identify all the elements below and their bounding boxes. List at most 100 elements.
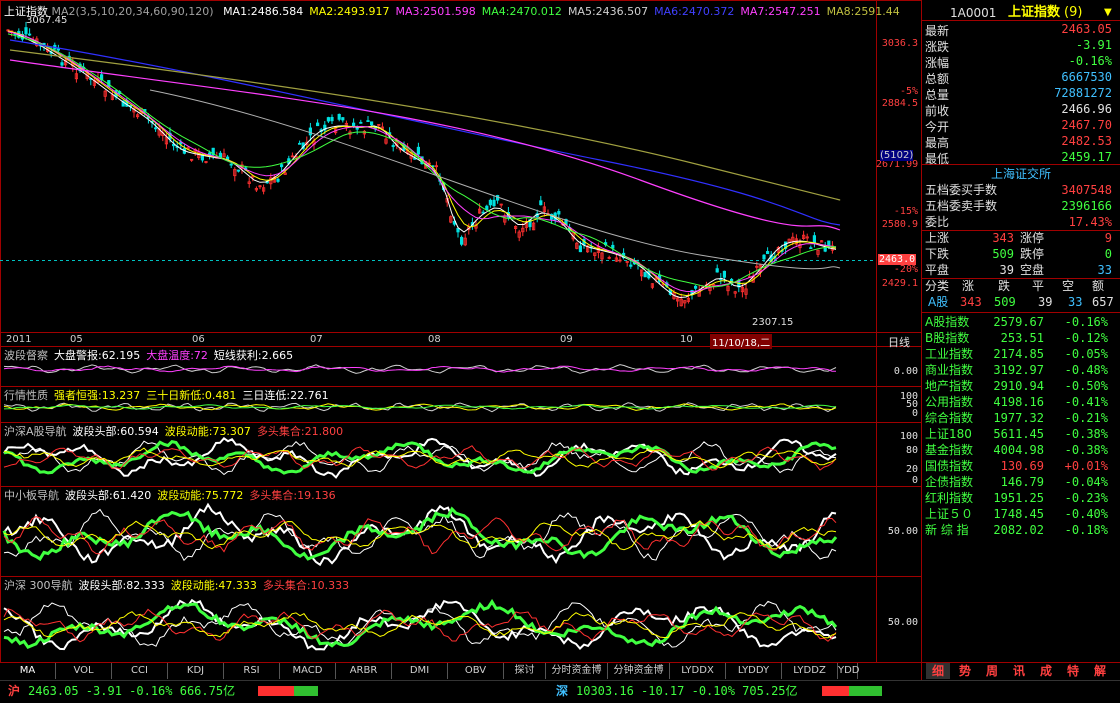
index-name: 上证５０ — [925, 507, 974, 521]
chevron-down-icon[interactable]: ▼ — [1104, 4, 1112, 22]
indicator-tab[interactable]: ARBR — [336, 663, 392, 679]
indicator-panel-header: 沪深A股导航 波段头部:60.594 波段动能:73.307 多头集合:21.800 — [4, 423, 349, 439]
info-tab[interactable]: 特 — [1061, 663, 1085, 679]
quote-value: -0.16% — [1068, 54, 1112, 68]
breadth-value: 9 — [1104, 231, 1112, 245]
index-row[interactable]: 公用指数 4198.16 -0.41% — [922, 394, 1120, 410]
index-row[interactable]: 红利指数 1951.25 -0.23% — [922, 490, 1120, 506]
candle-body — [326, 117, 331, 122]
index-change: -0.40% — [1064, 507, 1108, 521]
exchange-row: 五档委买手数 3407548 — [922, 182, 1120, 198]
index-row[interactable]: 上证５０ 1748.45 -0.40% — [922, 506, 1120, 522]
indicator-tab[interactable]: VOL — [56, 663, 112, 679]
date-axis-label: 07 — [310, 334, 323, 345]
index-row[interactable]: 国债指数 130.69 +0.01% — [922, 458, 1120, 474]
index-value: 5611.45 — [993, 427, 1044, 441]
info-tab[interactable]: 细 — [926, 663, 950, 679]
quote-label: 最低 — [925, 152, 950, 166]
index-row[interactable]: 综合指数 1977.32 -0.21% — [922, 410, 1120, 426]
scale-tag: (5102) — [880, 150, 914, 161]
price-axis-label: -15% — [893, 206, 918, 217]
index-row[interactable]: 基金指数 4004.98 -0.38% — [922, 442, 1120, 458]
index-value: 1977.32 — [993, 411, 1044, 425]
indicator-value: 三十日新低:0.481 — [146, 389, 237, 402]
index-change: -0.21% — [1064, 411, 1108, 425]
indicator-tab[interactable]: LYDDX — [670, 663, 726, 679]
sz-summary[interactable]: 10303.16 -10.17 -0.10% 705.25亿 — [576, 681, 798, 701]
indicator-tab[interactable]: DMI — [392, 663, 448, 679]
breadth-row: 下跌 509 跌停 0 — [922, 246, 1120, 262]
indicator-tab[interactable]: CCI — [112, 663, 168, 679]
quote-label: 最高 — [925, 136, 950, 150]
sh-summary[interactable]: 2463.05 -3.91 -0.16% 666.75亿 — [28, 681, 235, 701]
index-row[interactable]: 工业指数 2174.85 -0.05% — [922, 346, 1120, 362]
index-change: -0.16% — [1064, 315, 1108, 329]
exchange-label: 委比 — [925, 215, 950, 229]
candle-body — [330, 116, 334, 122]
indicator-value: 多头集合:19.136 — [249, 489, 336, 502]
class-header: 分类涨 跌 平 空 额 — [922, 278, 1120, 294]
index-value: 4198.16 — [993, 395, 1044, 409]
ma-value-6: MA6:2470.372 — [654, 5, 735, 18]
index-change: -0.18% — [1064, 523, 1108, 537]
breadth-row: 平盘 39 空盘 33 — [922, 262, 1120, 278]
indicator-tab[interactable]: 分钟资金博 — [608, 663, 670, 679]
index-name: 基金指数 — [925, 443, 974, 457]
index-row[interactable]: 企债指数 146.79 -0.04% — [922, 474, 1120, 490]
index-row[interactable]: B股指数 253.51 -0.12% — [922, 330, 1120, 346]
index-row[interactable]: A股指数 2579.67 -0.16% — [922, 314, 1120, 330]
price-axis-label: -5% — [899, 86, 918, 97]
indicator-value: 多头集合:21.800 — [256, 425, 344, 438]
quote-row: 前收 2466.96 — [922, 102, 1120, 118]
breadth-value: 33 — [1097, 263, 1112, 277]
indicator-tab[interactable]: LYDDZ — [782, 663, 838, 679]
quote-row: 今开 2467.70 — [922, 118, 1120, 134]
info-tab[interactable]: 周 — [980, 663, 1004, 679]
index-row[interactable]: 地产指数 2910.94 -0.50% — [922, 378, 1120, 394]
quote-row: 涨幅 -0.16% — [922, 54, 1120, 70]
indicator-tab[interactable]: OBV — [448, 663, 504, 679]
indicator-tab[interactable]: LYDDY — [726, 663, 782, 679]
indicator-tab[interactable]: KDJ — [168, 663, 224, 679]
index-row[interactable]: 商业指数 3192.97 -0.48% — [922, 362, 1120, 378]
index-value: 1951.25 — [993, 491, 1044, 505]
indicator-tab[interactable]: MACD — [280, 663, 336, 679]
index-row[interactable]: 上证180 5611.45 -0.38% — [922, 426, 1120, 442]
breadth-label: 空盘 — [1020, 263, 1045, 277]
index-name: 上证180 — [925, 427, 972, 441]
candle-body — [823, 247, 827, 252]
indicator-tab[interactable]: 分时资金博 — [546, 663, 608, 679]
quote-row: 最低 2459.17 — [922, 150, 1120, 166]
indicator-value: 多头集合:10.333 — [262, 579, 350, 592]
index-row[interactable]: 新 综 指 2082.02 -0.18% — [922, 522, 1120, 538]
candle-body — [56, 48, 61, 51]
exchange-value: 2396166 — [1061, 199, 1112, 213]
candle-body — [485, 205, 489, 211]
indicator-value: 波段头部:82.333 — [78, 579, 165, 592]
index-name: 新 综 指 — [925, 523, 969, 537]
candle-body — [578, 245, 583, 253]
period-label[interactable]: 日线 — [888, 334, 910, 350]
status-bar: 沪 2463.05 -3.91 -0.16% 666.75亿 深 10303.1… — [0, 680, 1120, 703]
class-row[interactable]: A股 343 509 39 33 657 — [922, 294, 1120, 310]
indicator-value: 波段动能:47.333 — [170, 579, 257, 592]
info-tab[interactable]: 解 — [1088, 663, 1112, 679]
indicator-axis-label: 50.00 — [887, 617, 918, 628]
ma-value-7: MA7:2547.251 — [740, 5, 821, 18]
indicator-tab[interactable]: MA — [0, 663, 56, 679]
ma-value-1: MA1:2486.584 — [223, 5, 304, 18]
candle-body — [488, 199, 493, 206]
index-change: -0.05% — [1064, 347, 1108, 361]
candle-body — [827, 240, 831, 246]
indicator-tab[interactable]: RSI — [224, 663, 280, 679]
indicator-tab[interactable]: 探讨 — [504, 663, 546, 679]
index-name: 公用指数 — [925, 395, 974, 409]
indicator-tab[interactable]: YDD — [838, 663, 860, 679]
date-axis-label: 05 — [70, 334, 83, 345]
candle-body — [812, 235, 817, 243]
info-tab[interactable]: 成 — [1034, 663, 1058, 679]
index-change: -0.38% — [1064, 443, 1108, 457]
indicator-panel-name: 行情性质 — [4, 389, 48, 402]
info-tab[interactable]: 讯 — [1007, 663, 1031, 679]
info-tab[interactable]: 势 — [953, 663, 977, 679]
